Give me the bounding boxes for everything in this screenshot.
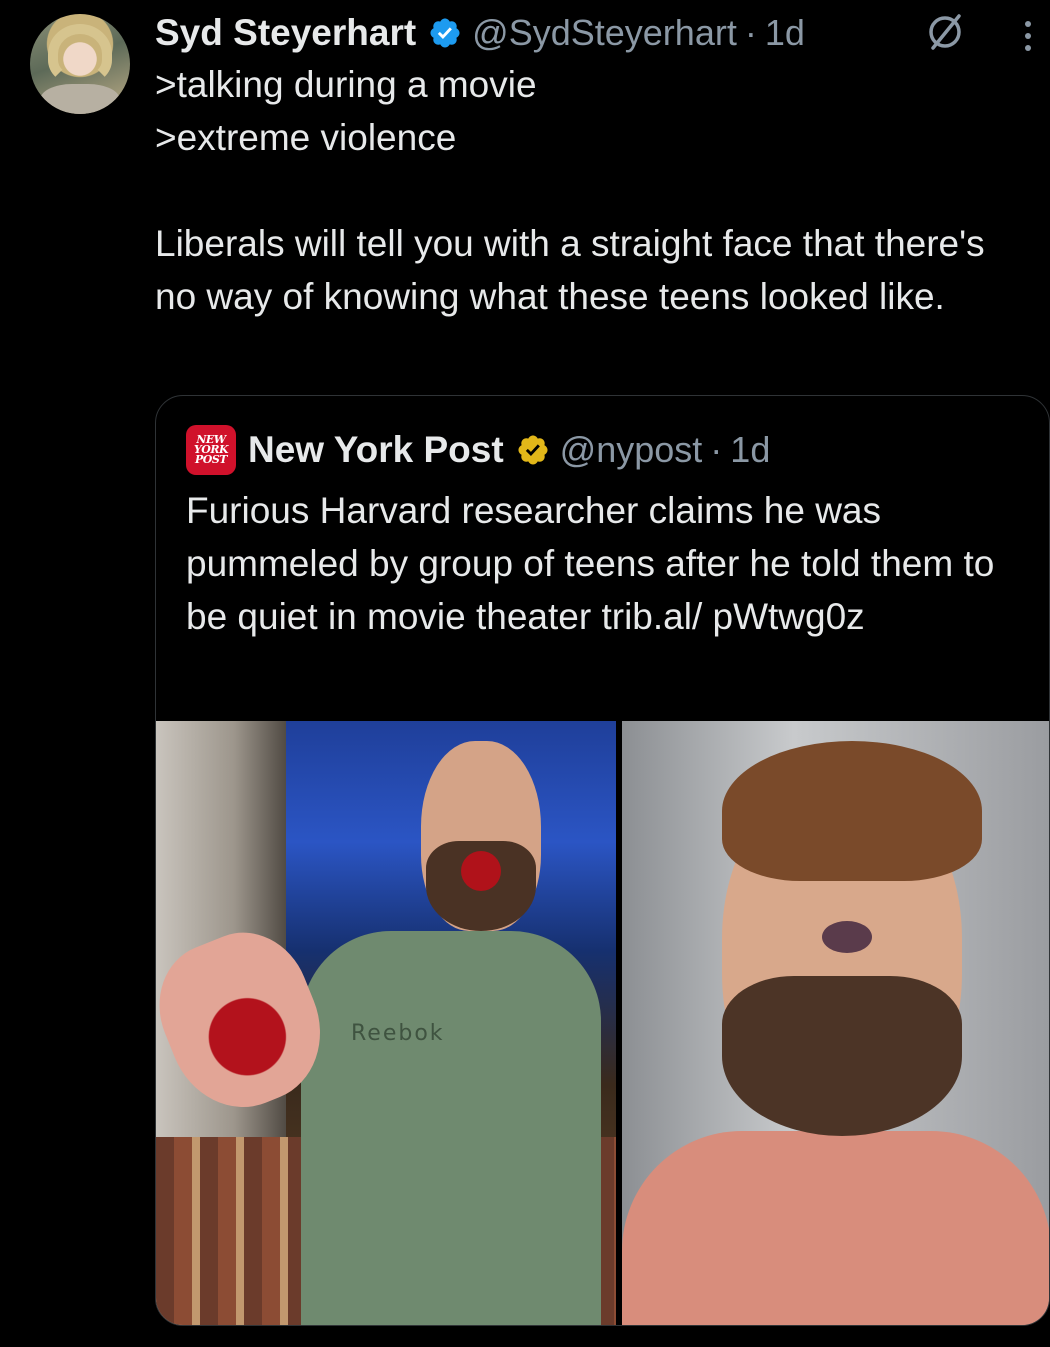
avatar-coat bbox=[40, 84, 120, 114]
blood-mark bbox=[461, 851, 501, 891]
shirt-logo-text: Reebok bbox=[351, 1021, 445, 1046]
more-options-icon[interactable] bbox=[1018, 18, 1038, 54]
nypost-logo-word: POST bbox=[195, 453, 227, 466]
tweet-line: >extreme violence bbox=[155, 117, 457, 158]
quoted-timestamp[interactable]: 1d bbox=[730, 429, 770, 471]
photo-bloodied-man[interactable]: Reebok bbox=[156, 721, 616, 1325]
quoted-tweet-card[interactable]: NEW YORK POST New York Post @nypost · 1d… bbox=[155, 395, 1050, 1326]
timestamp[interactable]: 1d bbox=[765, 12, 805, 54]
verified-gold-badge-icon bbox=[516, 433, 550, 467]
author-name[interactable]: Syd Steyerhart bbox=[155, 12, 416, 54]
quoted-author-name[interactable]: New York Post bbox=[248, 429, 504, 471]
quoted-author-handle[interactable]: @nypost bbox=[560, 429, 703, 471]
tweet-header: Syd Steyerhart @SydSteyerhart · 1d bbox=[155, 8, 1050, 58]
tweet-line: >talking during a movie bbox=[155, 64, 537, 105]
quoted-tweet-header: NEW YORK POST New York Post @nypost · 1d bbox=[186, 422, 770, 478]
quoted-media[interactable]: Reebok bbox=[156, 721, 1049, 1325]
tweet-line: Liberals will tell you with a straight f… bbox=[155, 223, 985, 317]
man-beard bbox=[722, 976, 962, 1136]
tweet-text: >talking during a movie >extreme violenc… bbox=[155, 58, 1025, 323]
photo-bruised-man[interactable] bbox=[622, 721, 1049, 1325]
separator: · bbox=[744, 12, 757, 53]
black-eye bbox=[822, 921, 872, 953]
avatar[interactable] bbox=[30, 14, 130, 114]
separator: · bbox=[710, 429, 723, 470]
avatar-hair bbox=[48, 24, 112, 84]
verified-badge-icon bbox=[428, 16, 462, 50]
tweet-view: Syd Steyerhart @SydSteyerhart · 1d >talk… bbox=[0, 0, 1050, 1347]
quoted-tweet-text: Furious Harvard researcher claims he was… bbox=[186, 490, 995, 637]
author-handle[interactable]: @SydSteyerhart bbox=[472, 12, 737, 54]
nypost-avatar[interactable]: NEW YORK POST bbox=[186, 425, 236, 475]
green-shirt bbox=[301, 931, 601, 1325]
grok-icon[interactable] bbox=[925, 12, 965, 52]
man-hair bbox=[722, 741, 982, 881]
pink-shirt bbox=[622, 1131, 1049, 1325]
